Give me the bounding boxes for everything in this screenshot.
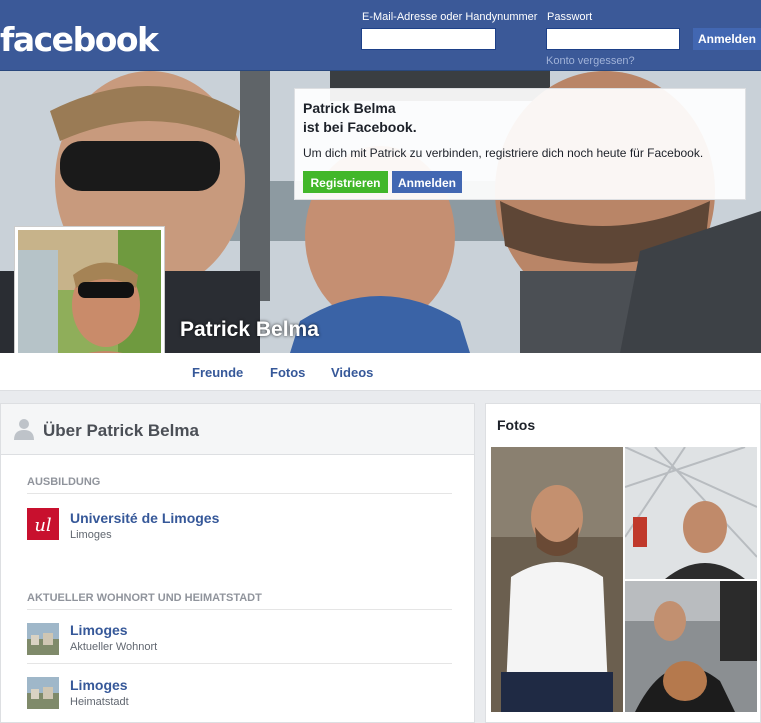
email-label: E-Mail-Adresse oder Handynummer [362, 11, 538, 23]
hometown-label: Heimatstadt [70, 696, 129, 708]
residence-section-label: AKTUELLER WOHNORT UND HEIMATSTADT [27, 592, 262, 604]
divider [27, 663, 452, 664]
photos-title[interactable]: Fotos [497, 417, 535, 433]
divider [27, 609, 452, 610]
profile-tab-bar: Freunde Fotos Videos [0, 353, 761, 391]
education-section-label: AUSBILDUNG [27, 476, 101, 488]
register-button[interactable]: Registrieren [303, 171, 388, 193]
tab-videos[interactable]: Videos [331, 365, 373, 380]
top-navigation-bar: facebook E-Mail-Adresse oder Handynummer… [0, 0, 761, 71]
photo-thumbnail[interactable] [625, 581, 757, 712]
profile-picture-image [18, 230, 161, 372]
forgot-account-link[interactable]: Konto vergessen? [546, 55, 635, 67]
email-input[interactable] [361, 28, 496, 50]
education-name-link[interactable]: Université de Limoges [70, 510, 219, 526]
signup-status: ist bei Facebook. [303, 119, 417, 135]
tab-friends[interactable]: Freunde [192, 365, 243, 380]
signup-message: Um dich mit Patrick zu verbinden, regist… [303, 146, 704, 160]
photo-thumbnail[interactable] [625, 447, 757, 579]
city-thumbnail-icon[interactable] [27, 623, 59, 655]
password-label: Passwort [547, 11, 593, 23]
signup-login-button[interactable]: Anmelden [392, 171, 462, 193]
svg-text:ul: ul [34, 515, 52, 536]
password-input[interactable] [546, 28, 680, 50]
hometown-thumbnail-icon[interactable] [27, 677, 59, 709]
about-title: Über Patrick Belma [43, 421, 199, 440]
login-button[interactable]: Anmelden [693, 28, 761, 50]
hometown-link[interactable]: Limoges [70, 677, 128, 693]
tab-photos[interactable]: Fotos [270, 365, 305, 380]
education-location: Limoges [70, 529, 112, 541]
person-icon [14, 419, 34, 440]
about-card: Über Patrick Belma AUSBILDUNG ul Univers… [0, 403, 475, 723]
university-logo-icon[interactable]: ul [27, 508, 59, 540]
profile-name[interactable]: Patrick Belma [180, 318, 319, 342]
current-city-link[interactable]: Limoges [70, 622, 128, 638]
signup-prompt-box: Patrick Belma ist bei Facebook. Um dich … [294, 88, 746, 200]
photos-card: Fotos [485, 403, 761, 723]
signup-name: Patrick Belma [303, 100, 396, 116]
photo-thumbnail[interactable] [491, 447, 623, 712]
current-city-label: Aktueller Wohnort [70, 641, 158, 653]
about-card-header: Über Patrick Belma [1, 404, 474, 455]
facebook-logo[interactable]: facebook [0, 20, 159, 60]
divider [27, 493, 452, 494]
